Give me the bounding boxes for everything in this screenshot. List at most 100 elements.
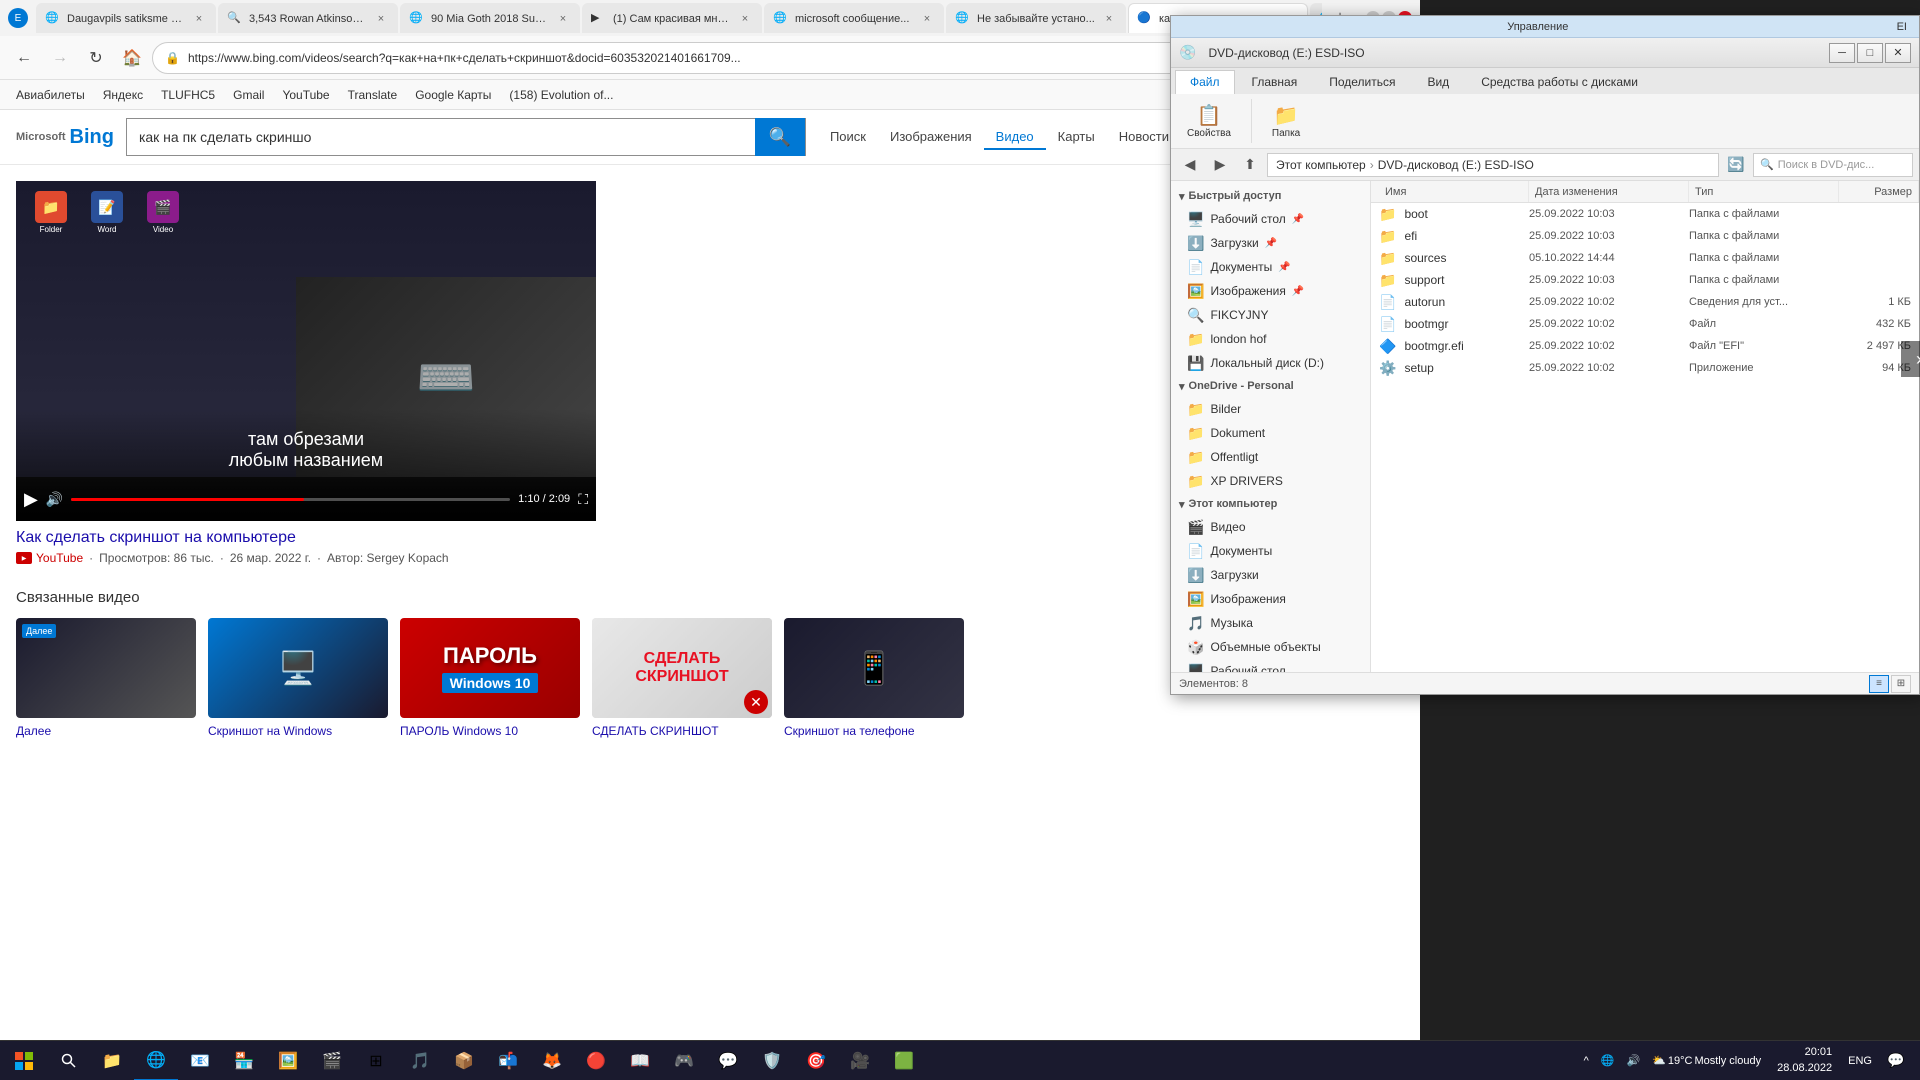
bing-logo[interactable]: Microsoft Bing	[16, 126, 114, 149]
related-card-v5[interactable]: 📱 Скриншот на телефоне	[784, 618, 964, 740]
bookmark-bm4[interactable]: Gmail	[225, 83, 272, 107]
sidebar-item---------[interactable]: ⬇️ Загрузки	[1171, 563, 1370, 587]
tray-arrow[interactable]: ^	[1580, 1053, 1593, 1069]
related-card-v2[interactable]: 🖥️ Скриншот на Windows	[208, 618, 388, 740]
video-player[interactable]: 📁 Folder 📝 Word 🎬 Vid	[16, 181, 596, 521]
bookmark-bm8[interactable]: (158) Evolution of...	[501, 83, 621, 107]
tray-weather[interactable]: ⛅ 19°C Mostly cloudy	[1648, 1052, 1765, 1069]
fe-minimize-button[interactable]: ─	[1829, 43, 1855, 63]
video-play-button[interactable]: ▶	[24, 489, 38, 510]
sidebar-item-------------[interactable]: 🖥️ Рабочий стол	[1171, 659, 1370, 672]
fe-col-date-header[interactable]: Дата изменения	[1529, 181, 1689, 202]
forward-button[interactable]: →	[44, 42, 76, 74]
sidebar-section-Быстрый доступ[interactable]: ▾Быстрый доступ	[1171, 185, 1370, 207]
tab-close-tab2[interactable]: ×	[373, 11, 389, 27]
video-progress-bar[interactable]	[71, 498, 510, 501]
fe-ribbon-tab-главная[interactable]: Главная	[1237, 70, 1313, 94]
breadcrumb-item-0[interactable]: Этот компьютер	[1276, 158, 1366, 172]
bing-search-input[interactable]	[127, 119, 755, 155]
sidebar-section-OneDrive - Personal[interactable]: ▾OneDrive - Personal	[1171, 375, 1370, 397]
taskbar-app-outlook[interactable]: 📬	[486, 1041, 530, 1080]
bing-search-button[interactable]: 🔍	[755, 118, 805, 156]
file-row-boot[interactable]: 📁 boot 25.09.2022 10:03 Папка с файлами	[1371, 203, 1919, 225]
fe-search-box[interactable]: 🔍 Поиск в DVD-дис...	[1753, 153, 1913, 177]
tab-close-tab1[interactable]: ×	[191, 11, 207, 27]
sidebar-item------[interactable]: 🎬 Видео	[1171, 515, 1370, 539]
bing-nav-nav3[interactable]: Видео	[984, 125, 1046, 150]
breadcrumb-item-1[interactable]: DVD-дисковод (E:) ESD-ISO	[1378, 158, 1534, 172]
bookmark-bm1[interactable]: Авиабилеты	[8, 83, 93, 107]
bing-nav-nav4[interactable]: Карты	[1046, 125, 1107, 150]
related-card-v4[interactable]: СДЕЛАТЬСКРИНШОТ ✕ СДЕЛАТЬ СКРИНШОТ	[592, 618, 772, 740]
taskbar-app-nvidia[interactable]: 🟩	[882, 1041, 926, 1080]
bing-nav-nav1[interactable]: Поиск	[818, 125, 878, 150]
tab-close-tab3[interactable]: ×	[555, 11, 571, 27]
browser-tab-tab4[interactable]: ▶ (1) Сам красивая мне... ×	[582, 3, 762, 33]
fe-back-button[interactable]: ◀	[1177, 153, 1203, 177]
file-row-autorun[interactable]: 📄 autorun 25.09.2022 10:02 Сведения для …	[1371, 291, 1919, 313]
file-row-setup[interactable]: ⚙️ setup 25.09.2022 10:02 Приложение 94 …	[1371, 357, 1919, 379]
taskbar-app-reddit[interactable]: 🔴	[574, 1041, 618, 1080]
sidebar-item----------[interactable]: 📄 Документы	[1171, 539, 1370, 563]
fe-breadcrumb[interactable]: Этот компьютер›DVD-дисковод (E:) ESD-ISO	[1267, 153, 1719, 177]
fe-close-button[interactable]: ✕	[1885, 43, 1911, 63]
fe-ribbon-properties-btn[interactable]: 📋 Свойства	[1179, 99, 1239, 143]
video-fullscreen-button[interactable]: ⛶	[578, 491, 588, 508]
address-bar[interactable]: 🔒 https://www.bing.com/videos/search?q=к…	[152, 42, 1240, 74]
refresh-button[interactable]: ↻	[80, 42, 112, 74]
fe-grid-view-button[interactable]: ⊞	[1891, 675, 1911, 693]
sidebar-item-------------[interactable]: 🖥️ Рабочий стол 📌	[1171, 207, 1370, 231]
taskbar-search-button[interactable]	[48, 1041, 90, 1080]
taskbar-app-apps[interactable]: ⊞	[354, 1041, 398, 1080]
related-card-v3[interactable]: ПАРОЛЬ Windows 10 ПАРОЛЬ Windows 10	[400, 618, 580, 740]
fe-list-view-button[interactable]: ≡	[1869, 675, 1889, 693]
fe-next-arrow[interactable]: ›	[1901, 341, 1920, 377]
bookmark-bm5[interactable]: YouTube	[274, 83, 337, 107]
sidebar-item-----------------d--[interactable]: 💾 Локальный диск (D:)	[1171, 351, 1370, 375]
sidebar-item-london-hof[interactable]: 📁 london hof	[1171, 327, 1370, 351]
browser-tab-tab1[interactable]: 🌐 Daugavpils satiksmе – A... ×	[36, 3, 216, 33]
tray-lang[interactable]: ENG	[1844, 1053, 1876, 1069]
browser-tab-tab2[interactable]: 🔍 3,543 Rowan Atkinson P... ×	[218, 3, 398, 33]
youtube-source[interactable]: YouTube	[16, 551, 83, 565]
taskbar-clock[interactable]: 20:01 28.08.2022	[1769, 1045, 1840, 1076]
sidebar-item-xp-drivers[interactable]: 📁 XP DRIVERS	[1171, 469, 1370, 493]
sidebar-item-bilder[interactable]: 📁 Bilder	[1171, 397, 1370, 421]
fe-maximize-button[interactable]: □	[1857, 43, 1883, 63]
bookmark-bm6[interactable]: Translate	[340, 83, 406, 107]
fe-up-button[interactable]: ⬆	[1237, 153, 1263, 177]
bookmark-bm7[interactable]: Google Карты	[407, 83, 499, 107]
related-card-v1[interactable]: Далее Далее	[16, 618, 196, 740]
taskbar-app-edge[interactable]: 🌐	[134, 1041, 178, 1080]
taskbar-app-video[interactable]: 🎥	[838, 1041, 882, 1080]
fe-ribbon-tab-поделиться[interactable]: Поделиться	[1314, 70, 1410, 94]
fe-col-size-header[interactable]: Размер	[1839, 181, 1919, 202]
taskbar-app-photos[interactable]: 🖼️	[266, 1041, 310, 1080]
fe-forward-button[interactable]: ▶	[1207, 153, 1233, 177]
taskbar-app-messenger[interactable]: 💬	[706, 1041, 750, 1080]
taskbar-app-netflix[interactable]: 🎬	[310, 1041, 354, 1080]
bing-nav-nav2[interactable]: Изображения	[878, 125, 984, 150]
tab-close-tab5[interactable]: ×	[919, 11, 935, 27]
tab-close-tab4[interactable]: ×	[737, 11, 753, 27]
file-row-sources[interactable]: 📁 sources 05.10.2022 14:44 Папка с файла…	[1371, 247, 1919, 269]
home-button[interactable]: 🏠	[116, 42, 148, 74]
file-row-bootmgr.efi[interactable]: 🔷 bootmgr.efi 25.09.2022 10:02 Файл "EFI…	[1371, 335, 1919, 357]
fe-ribbon-tab-файл[interactable]: Файл	[1175, 70, 1235, 94]
video-volume-button[interactable]: 🔊	[46, 491, 63, 508]
taskbar-app-explorer[interactable]: 📁	[90, 1041, 134, 1080]
bookmark-bm2[interactable]: Яндекс	[95, 83, 151, 107]
file-row-efi[interactable]: 📁 efi 25.09.2022 10:03 Папка с файлами	[1371, 225, 1919, 247]
start-button[interactable]	[0, 1041, 48, 1080]
tray-sound[interactable]: 🔊	[1622, 1052, 1644, 1069]
sidebar-item----------[interactable]: 📄 Документы 📌	[1171, 255, 1370, 279]
taskbar-app-wiki[interactable]: 📖	[618, 1041, 662, 1080]
sidebar-item-----------------[interactable]: 🎲 Объемные объекты	[1171, 635, 1370, 659]
taskbar-app-amazon[interactable]: 📦	[442, 1041, 486, 1080]
bookmark-bm3[interactable]: TLUFHC5	[153, 83, 223, 107]
fe-ribbon-tab-вид[interactable]: Вид	[1412, 70, 1464, 94]
taskbar-app-mail[interactable]: 📧	[178, 1041, 222, 1080]
sidebar-item-dokument[interactable]: 📁 Dokument	[1171, 421, 1370, 445]
notification-button[interactable]: 💬	[1880, 1041, 1912, 1080]
browser-tab-tab6[interactable]: 🌐 Не забывайте устано... ×	[946, 3, 1126, 33]
